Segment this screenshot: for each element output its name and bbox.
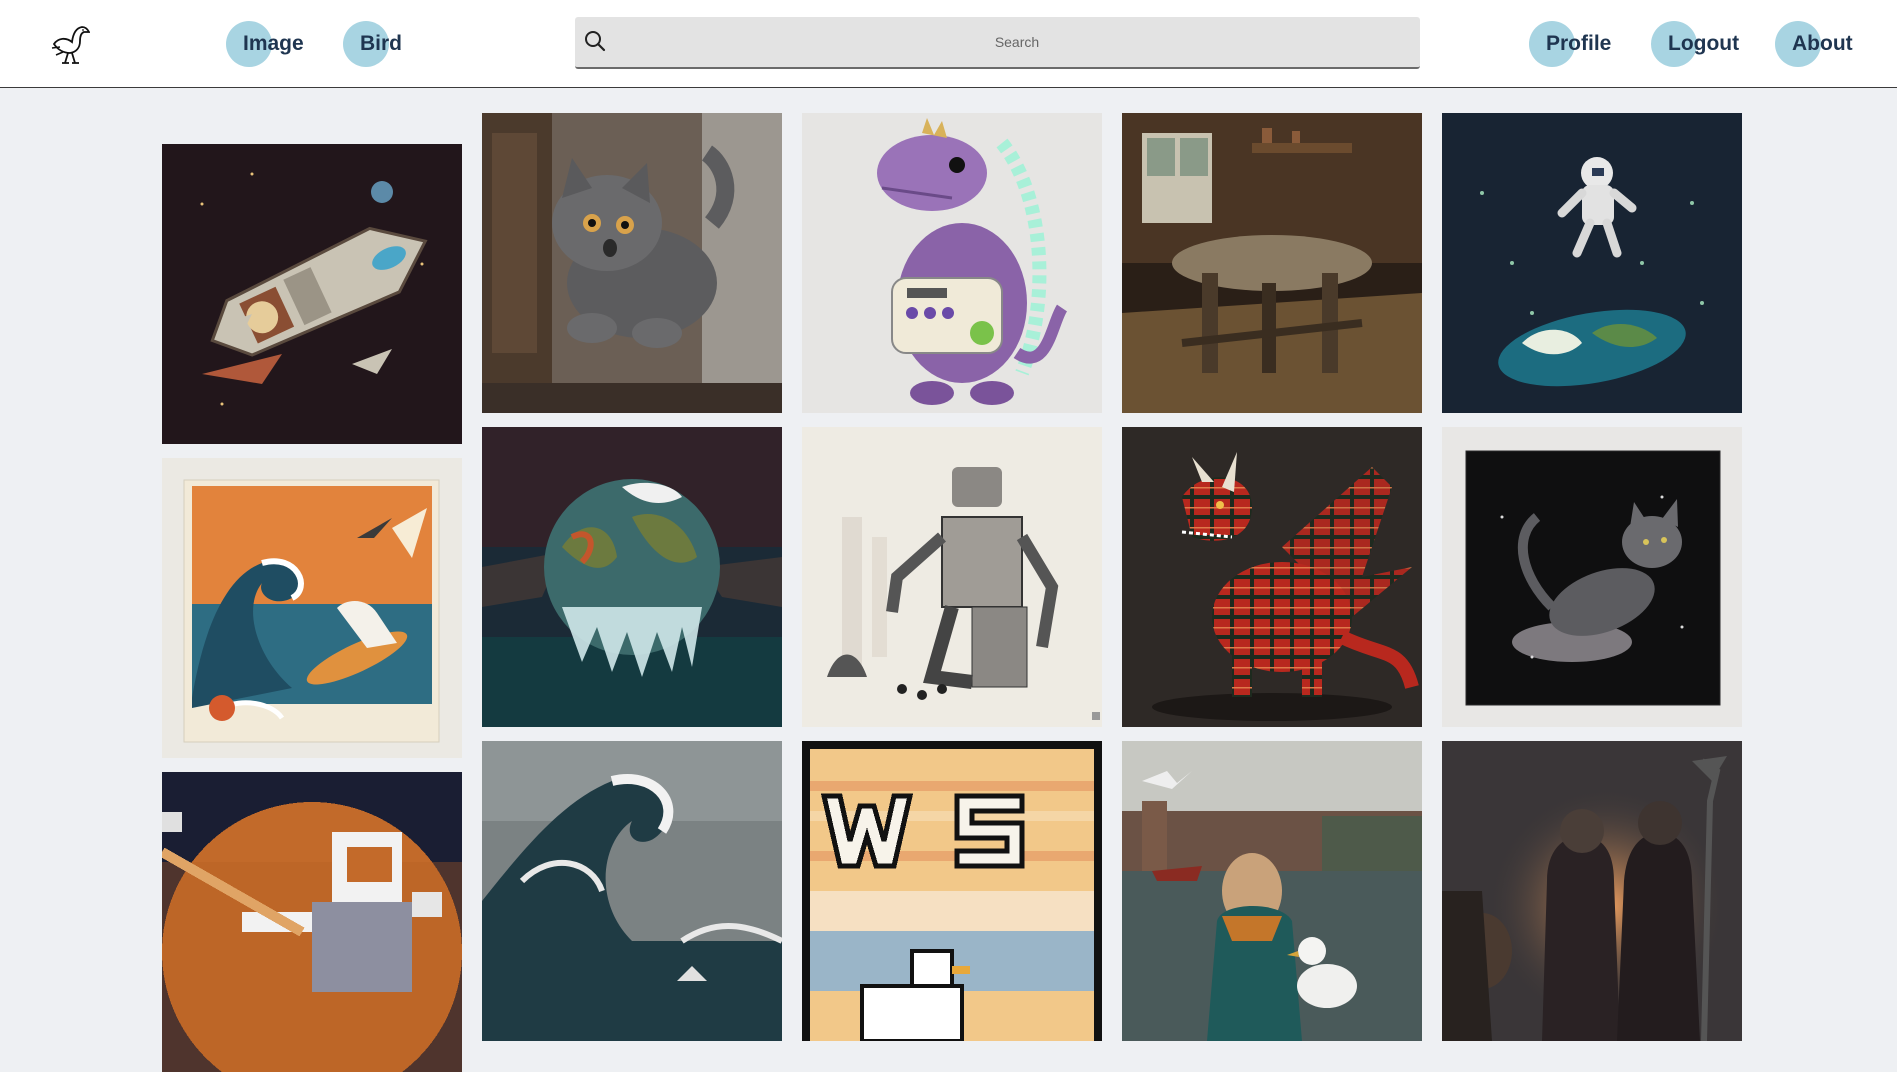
nav-image[interactable]: Image (226, 21, 304, 67)
cabin-table-image (1122, 113, 1422, 413)
spaceship-image (162, 144, 462, 444)
plaid-dragon-image (1122, 427, 1422, 727)
gallery-image-girl-seagull[interactable] (1122, 741, 1422, 1041)
nav-about-label: About (1792, 32, 1853, 55)
nav-profile-label: Profile (1546, 32, 1612, 55)
gallery-image-great-wave[interactable] (482, 741, 782, 1041)
search-bar[interactable] (575, 17, 1420, 69)
pixel-ws-image (802, 741, 1102, 1041)
space-cat-canvas-image (1442, 427, 1742, 727)
astronaut-earth-image (1442, 113, 1742, 413)
gray-cat-image (482, 113, 782, 413)
gallery-image-spaceship[interactable] (162, 144, 462, 444)
nav-profile[interactable]: Profile (1529, 21, 1611, 67)
nav-bird-label: Bird (360, 32, 402, 55)
great-wave-image (482, 741, 782, 1041)
gallery-image-pixel-ws[interactable] (802, 741, 1102, 1041)
wave-seagull-image (162, 458, 462, 758)
gallery-image-warriors[interactable] (1442, 741, 1742, 1041)
nav-logout[interactable]: Logout (1651, 21, 1739, 67)
search-icon[interactable] (583, 29, 607, 53)
melting-earth-image (482, 427, 782, 727)
nav-about[interactable]: About (1775, 21, 1853, 67)
gallery-image-gray-cat[interactable] (482, 113, 782, 413)
gallery-image-plaid-dragon[interactable] (1122, 427, 1422, 727)
search-input[interactable] (615, 17, 1419, 67)
gallery-image-space-cat-canvas[interactable] (1442, 427, 1742, 727)
gallery-image-purple-dinosaur[interactable] (802, 113, 1102, 413)
seagull-logo-icon[interactable] (48, 22, 90, 66)
gallery-image-pixel-astronaut[interactable] (162, 772, 462, 1072)
gallery-image-cabin-table[interactable] (1122, 113, 1422, 413)
nav-image-label: Image (243, 32, 304, 55)
girl-seagull-image (1122, 741, 1422, 1041)
warriors-image (1442, 741, 1742, 1041)
robot-ink-image (802, 427, 1102, 727)
purple-dinosaur-image (802, 113, 1102, 413)
gallery-image-melting-earth[interactable] (482, 427, 782, 727)
gallery-image-astronaut-earth[interactable] (1442, 113, 1742, 413)
pixel-astronaut-image (162, 772, 462, 1072)
gallery-image-wave-seagull[interactable] (162, 458, 462, 758)
gallery-image-robot-ink[interactable] (802, 427, 1102, 727)
top-navbar: Image Bird Profile Logout About (0, 0, 1897, 88)
nav-logout-label: Logout (1668, 32, 1740, 55)
nav-bird[interactable]: Bird (343, 21, 402, 67)
